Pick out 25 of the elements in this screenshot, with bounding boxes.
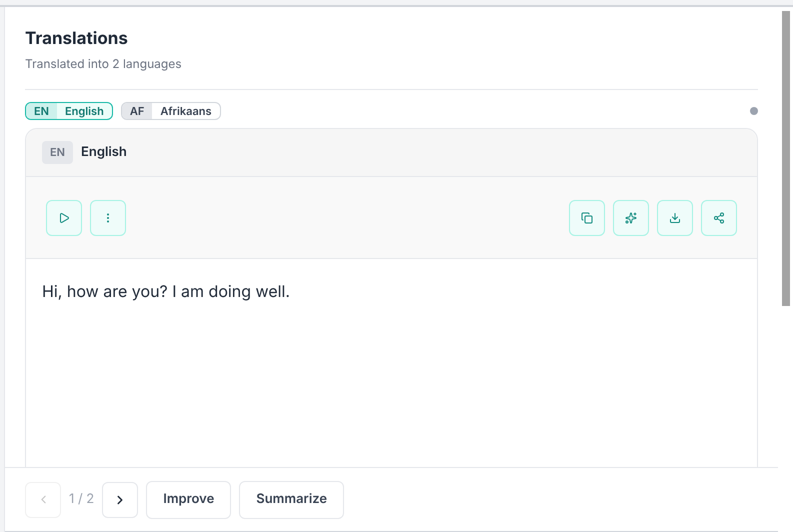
action-button[interactable]: Summarize — [239, 480, 344, 518]
copy-icon — [581, 212, 593, 224]
panel-title: Translations — [25, 28, 129, 51]
sparkle-icon — [625, 212, 637, 224]
share-button[interactable] — [701, 200, 737, 236]
page-indicator: 1 / 2 — [69, 490, 94, 509]
play-button[interactable] — [46, 200, 82, 236]
language-tab[interactable]: AF Afrikaans — [120, 102, 221, 120]
card-language: English — [81, 142, 127, 162]
copy-button[interactable] — [569, 200, 605, 236]
download-icon — [669, 212, 681, 224]
share-icon — [713, 212, 725, 224]
language-code: EN — [26, 103, 58, 119]
action-button[interactable]: Improve — [146, 480, 232, 518]
translation-text: Hi, how are you? I am doing well. — [41, 280, 292, 303]
panel-subtitle: Translated into 2 languages — [25, 55, 183, 73]
sparkle-button[interactable] — [613, 200, 649, 236]
language-code: AF — [122, 103, 152, 119]
download-button[interactable] — [657, 200, 693, 236]
play-icon — [58, 212, 70, 224]
language-name: English — [64, 103, 105, 119]
scrollbar-thumb[interactable] — [782, 11, 790, 306]
language-code-badge: EN — [42, 141, 74, 164]
language-tab[interactable]: EN English — [25, 102, 113, 120]
language-name: Afrikaans — [159, 103, 213, 119]
